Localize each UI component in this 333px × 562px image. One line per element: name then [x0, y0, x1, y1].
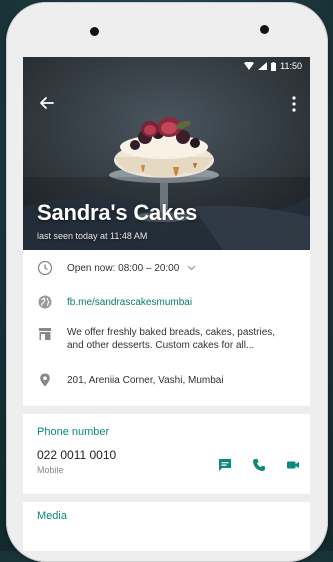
business-info: Open now: 08:00 – 20:00 fb.me/sandrascak…	[23, 250, 310, 398]
phone-section: Phone number 022 0011 0010 Mobile	[23, 414, 310, 486]
status-icons: 11:50	[244, 61, 302, 71]
description-line1: We offer freshly baked breads, cakes, pa…	[67, 327, 276, 338]
message-icon[interactable]	[218, 458, 232, 472]
phone-icon[interactable]	[252, 458, 266, 472]
status-time: 11:50	[280, 61, 302, 71]
description-line2: and other desserts. Custom cakes for all…	[67, 340, 255, 351]
chevron-down-icon[interactable]	[187, 265, 196, 271]
video-icon[interactable]	[286, 458, 300, 472]
wifi-icon	[244, 62, 255, 70]
address-row[interactable]: 201, Areniia Corner, Vashi, Mumbai	[23, 372, 310, 398]
status-bar: 11:50	[23, 57, 310, 75]
phone-actions	[218, 458, 300, 472]
sensor-dot	[260, 25, 269, 34]
address-text: 201, Areniia Corner, Vashi, Mumbai	[67, 375, 224, 386]
phone-row[interactable]: 022 0011 0010 Mobile	[23, 438, 310, 486]
hours-text: Open now: 08:00 – 20:00	[67, 263, 180, 274]
profile-header: 11:50 Sandra's Cakes last seen today at …	[23, 57, 310, 250]
signal-icon	[258, 62, 268, 70]
clock-icon	[37, 260, 53, 276]
media-section-title: Media	[37, 510, 67, 522]
last-seen: last seen today at 11:48 AM	[37, 231, 148, 241]
hours-row[interactable]: Open now: 08:00 – 20:00	[23, 260, 310, 288]
battery-icon	[271, 61, 277, 71]
camera-dot	[90, 27, 99, 36]
media-section[interactable]: Media	[23, 502, 310, 532]
store-icon	[39, 328, 51, 340]
screen: 11:50 Sandra's Cakes last seen today at …	[23, 57, 310, 551]
website-link[interactable]: fb.me/sandrascakesmumbai	[67, 296, 192, 309]
section-divider	[23, 406, 310, 414]
website-row[interactable]: fb.me/sandrascakesmumbai	[23, 294, 310, 320]
location-pin-icon	[40, 373, 50, 387]
arrow-left-icon[interactable]	[37, 93, 57, 113]
phone-section-title: Phone number	[37, 426, 110, 438]
more-vert-icon[interactable]	[288, 95, 300, 113]
globe-icon	[38, 295, 52, 309]
section-divider-2	[23, 494, 310, 502]
description-row: We offer freshly baked breads, cakes, pa…	[23, 326, 310, 366]
business-name: Sandra's Cakes	[37, 200, 198, 225]
